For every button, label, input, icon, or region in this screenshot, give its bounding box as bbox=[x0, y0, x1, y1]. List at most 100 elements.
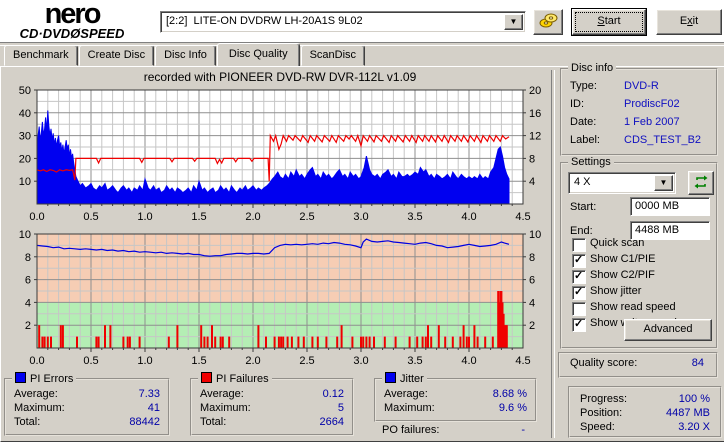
scan-start-input[interactable]: 0000 MB bbox=[630, 197, 710, 216]
svg-text:6: 6 bbox=[25, 275, 31, 287]
vertical-separator bbox=[551, 70, 555, 438]
tab-disc-info[interactable]: Disc Info bbox=[155, 45, 216, 66]
tab-benchmark[interactable]: Benchmark bbox=[4, 45, 78, 66]
pi-failures-box: PI Failures Average: 0.12 Maximum: 5 Tot… bbox=[190, 372, 354, 436]
scan-speed-value: 4 X bbox=[574, 176, 591, 188]
disc-type-label: Type: bbox=[570, 80, 597, 92]
nero-logo: nero CD·DVDØSPEED bbox=[6, 0, 138, 41]
svg-text:1.5: 1.5 bbox=[191, 355, 206, 367]
checkbox-box[interactable] bbox=[572, 302, 586, 316]
svg-text:2: 2 bbox=[529, 320, 535, 332]
nero-cd-dvd-speed-window: { "colors":{"accent_blue":"#0000ff","acc… bbox=[0, 0, 724, 442]
max-value: 5 bbox=[337, 402, 344, 414]
svg-text:0.0: 0.0 bbox=[29, 355, 44, 367]
max-label: Maximum: bbox=[200, 402, 251, 414]
svg-text:0.5: 0.5 bbox=[83, 355, 98, 367]
disc-tray-icon bbox=[539, 13, 558, 28]
svg-text:3.0: 3.0 bbox=[353, 355, 368, 367]
checkbox-box[interactable] bbox=[572, 317, 586, 332]
disc-info-group: Disc info Type: DVD-R ID: ProdiscF02 Dat… bbox=[560, 62, 718, 156]
svg-text:4: 4 bbox=[529, 297, 535, 309]
settings-title: Settings bbox=[568, 156, 614, 168]
disc-id-label: ID: bbox=[570, 98, 585, 110]
checkbox-box[interactable] bbox=[572, 238, 586, 252]
scan-speed-select[interactable]: 4 X ▼ bbox=[568, 172, 676, 194]
settings-group: Settings 4 X ▼ Start: 0000 MB End: 4488 … bbox=[560, 156, 718, 349]
tab-create-disc[interactable]: Create Disc bbox=[78, 45, 155, 66]
max-value: 41 bbox=[147, 402, 160, 414]
svg-text:2.5: 2.5 bbox=[299, 355, 314, 367]
total-value: 2664 bbox=[319, 416, 344, 428]
avg-value: 8.68 % bbox=[492, 388, 527, 400]
quality-score-label: Quality score: bbox=[570, 357, 638, 369]
drive-select[interactable]: [2:2] LITE-ON DVDRW LH-20A1S 9L02 ▼ bbox=[160, 11, 526, 33]
avg-label: Average: bbox=[384, 388, 428, 400]
position-value: 4487 MB bbox=[665, 407, 710, 419]
disc-info-title: Disc info bbox=[568, 62, 617, 74]
disc-label-label: Label: bbox=[570, 134, 600, 146]
tab-bar: Benchmark Create Disc Disc Info Disc Qua… bbox=[4, 43, 366, 66]
svg-text:30: 30 bbox=[19, 131, 31, 143]
svg-text:8: 8 bbox=[25, 252, 31, 264]
svg-text:10: 10 bbox=[19, 229, 31, 241]
total-value: 88442 bbox=[129, 416, 160, 428]
max-label: Maximum: bbox=[14, 402, 65, 414]
checkbox-box[interactable] bbox=[572, 285, 586, 300]
disc-label-value: CDS_TEST_B2 bbox=[624, 134, 702, 146]
tab-scandisc[interactable]: ScanDisc bbox=[300, 45, 366, 66]
pi-errors-box: PI Errors Average: 7.33 Maximum: 41 Tota… bbox=[4, 372, 170, 436]
eject-disc-button[interactable] bbox=[533, 9, 563, 35]
disc-icon: Ø bbox=[70, 26, 81, 41]
toolbar: nero CD·DVDØSPEED [2:2] LITE-ON DVDRW LH… bbox=[0, 0, 724, 42]
svg-text:0.0: 0.0 bbox=[29, 211, 44, 223]
avg-label: Average: bbox=[200, 388, 244, 400]
svg-text:4: 4 bbox=[25, 297, 31, 309]
svg-text:0.5: 0.5 bbox=[83, 211, 98, 223]
progress-box: Progress: 100 % Position: 4487 MB Speed:… bbox=[568, 386, 722, 438]
svg-text:1.0: 1.0 bbox=[137, 355, 152, 367]
svg-text:8: 8 bbox=[529, 153, 535, 165]
jitter-legend: Jitter bbox=[382, 372, 427, 385]
svg-text:10: 10 bbox=[19, 176, 31, 188]
svg-text:2: 2 bbox=[25, 320, 31, 332]
max-label: Maximum: bbox=[384, 402, 435, 414]
quality-score-box: Quality score: 84 bbox=[558, 352, 718, 378]
nero-product-text: CD·DVDØSPEED bbox=[19, 26, 125, 41]
pi-errors-chart: 10 20 30 40 50 4 8 12 16 20 0.0 0.5 1.0 1.5 2.0 2.5 3.0 3… bbox=[19, 85, 542, 223]
total-label: Total: bbox=[200, 416, 227, 428]
disc-id-value: ProdiscF02 bbox=[624, 98, 680, 110]
svg-text:2.0: 2.0 bbox=[245, 355, 260, 367]
tab-disc-quality[interactable]: Disc Quality bbox=[216, 43, 300, 66]
disc-date-label: Date: bbox=[570, 116, 597, 128]
refresh-button[interactable] bbox=[688, 171, 714, 195]
svg-text:20: 20 bbox=[19, 153, 31, 165]
svg-text:1.0: 1.0 bbox=[137, 211, 152, 223]
checkbox-box[interactable] bbox=[572, 269, 586, 284]
advanced-button[interactable]: Advanced bbox=[624, 319, 712, 341]
avg-value: 0.12 bbox=[322, 388, 344, 400]
svg-text:16: 16 bbox=[529, 108, 541, 120]
avg-value: 7.33 bbox=[138, 388, 160, 400]
svg-text:4.0: 4.0 bbox=[461, 211, 476, 223]
speed-value: 3.20 X bbox=[678, 421, 710, 433]
avg-label: Average: bbox=[14, 388, 58, 400]
position-label: Position: bbox=[580, 407, 623, 419]
svg-text:2.5: 2.5 bbox=[299, 211, 314, 223]
svg-text:3.0: 3.0 bbox=[353, 211, 368, 223]
scan-start-label: Start: bbox=[570, 201, 597, 213]
svg-text:12: 12 bbox=[529, 131, 541, 143]
chevron-down-icon[interactable]: ▼ bbox=[654, 175, 673, 191]
blue-square-icon bbox=[385, 372, 396, 383]
red-square-icon bbox=[201, 372, 212, 383]
start-button[interactable]: Start bbox=[572, 9, 646, 35]
checkbox-box[interactable] bbox=[572, 253, 586, 268]
progress-label: Progress: bbox=[580, 393, 628, 405]
svg-text:40: 40 bbox=[19, 108, 31, 120]
speed-label: Speed: bbox=[580, 421, 615, 433]
jitter-box: Jitter Average: 8.68 % Maximum: 9.6 % bbox=[374, 372, 537, 422]
pi-failures-legend: PI Failures bbox=[198, 372, 272, 385]
exit-button[interactable]: Exit bbox=[656, 9, 722, 35]
svg-text:6: 6 bbox=[529, 275, 535, 287]
chevron-down-icon[interactable]: ▼ bbox=[504, 14, 523, 30]
quality-score-value: 84 bbox=[691, 357, 704, 369]
